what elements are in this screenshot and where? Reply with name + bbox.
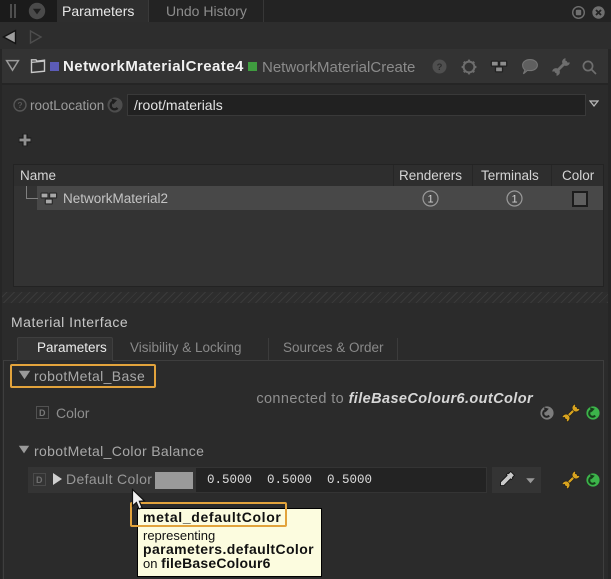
svg-text:?: ? [17,100,22,110]
svg-text:1: 1 [511,194,517,206]
svg-text:1: 1 [427,194,433,206]
svg-text:?: ? [437,62,443,73]
